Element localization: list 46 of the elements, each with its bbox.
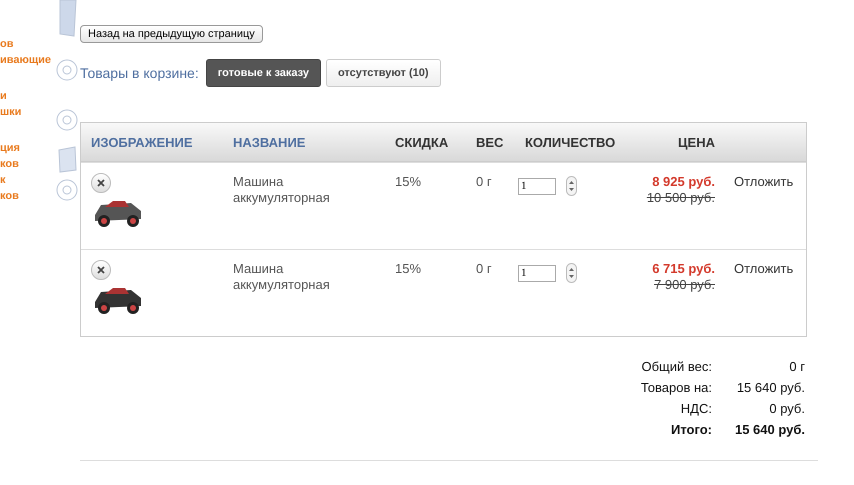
sidebar-link[interactable]: шки <box>0 104 22 120</box>
remove-button[interactable] <box>91 260 111 280</box>
old-price: 10 500 руб. <box>646 190 715 206</box>
summary-value: 15 640 руб. <box>736 380 805 395</box>
postpone-link[interactable]: Отложить <box>715 250 806 277</box>
sale-price: 6 715 руб. <box>652 261 715 277</box>
filter-tab[interactable]: отсутствуют (10) <box>326 59 441 87</box>
column-header[interactable]: ИЗОБРАЖЕНИЕ <box>81 134 223 150</box>
column-header: ЦЕНА <box>677 134 715 150</box>
product-name: Машина аккумуляторная <box>232 260 331 293</box>
quantity-field[interactable]: 1 <box>518 178 556 194</box>
weight-cell-text: 0 г <box>475 260 493 277</box>
sidebar-link[interactable]: ов <box>0 36 14 52</box>
quantity-field[interactable]: 1 <box>518 264 556 282</box>
sidebar-link[interactable]: ков <box>0 156 19 172</box>
sale-price: 8 925 руб. <box>652 174 715 190</box>
remove-button[interactable] <box>91 173 111 193</box>
column-header: ВЕС <box>475 134 504 150</box>
summary-value: 0 г <box>788 359 805 374</box>
old-price: 7 900 руб. <box>654 277 715 293</box>
summary-label: Итого: <box>670 422 712 437</box>
product-name: Машина аккумуляторная <box>232 173 331 206</box>
close-icon <box>97 179 105 187</box>
summary-value: 15 640 руб. <box>734 422 805 437</box>
discount-cell-text: 15% <box>394 173 422 190</box>
filter-label: Товары в корзине: <box>80 65 199 81</box>
summary-label: Общий вес: <box>640 359 712 374</box>
filter-tab[interactable]: готовые к заказу <box>206 59 321 87</box>
column-header: КОЛИЧЕСТВО <box>524 134 616 150</box>
stepper-icon[interactable] <box>566 176 577 196</box>
close-icon <box>97 266 105 274</box>
stepper-icon[interactable] <box>566 263 577 283</box>
sidebar-link[interactable]: к <box>0 172 6 188</box>
weight-cell-text: 0 г <box>475 173 493 190</box>
sidebar-link[interactable]: и <box>0 88 7 104</box>
sidebar-link[interactable]: ивающие <box>0 52 52 68</box>
sidebar-link[interactable]: ция <box>0 140 20 156</box>
back-button[interactable]: Назад на предыдущую страницу <box>80 25 263 43</box>
column-header[interactable]: НАЗВАНИЕ <box>223 134 385 150</box>
discount-cell-text: 15% <box>394 260 422 277</box>
summary-label: Товаров на: <box>640 380 712 395</box>
sidebar-link[interactable]: ков <box>0 188 19 204</box>
summary-label: НДС: <box>680 401 712 416</box>
postpone-link[interactable]: Отложить <box>715 163 806 190</box>
column-header: СКИДКА <box>394 134 450 150</box>
summary-value: 0 руб. <box>768 401 805 416</box>
